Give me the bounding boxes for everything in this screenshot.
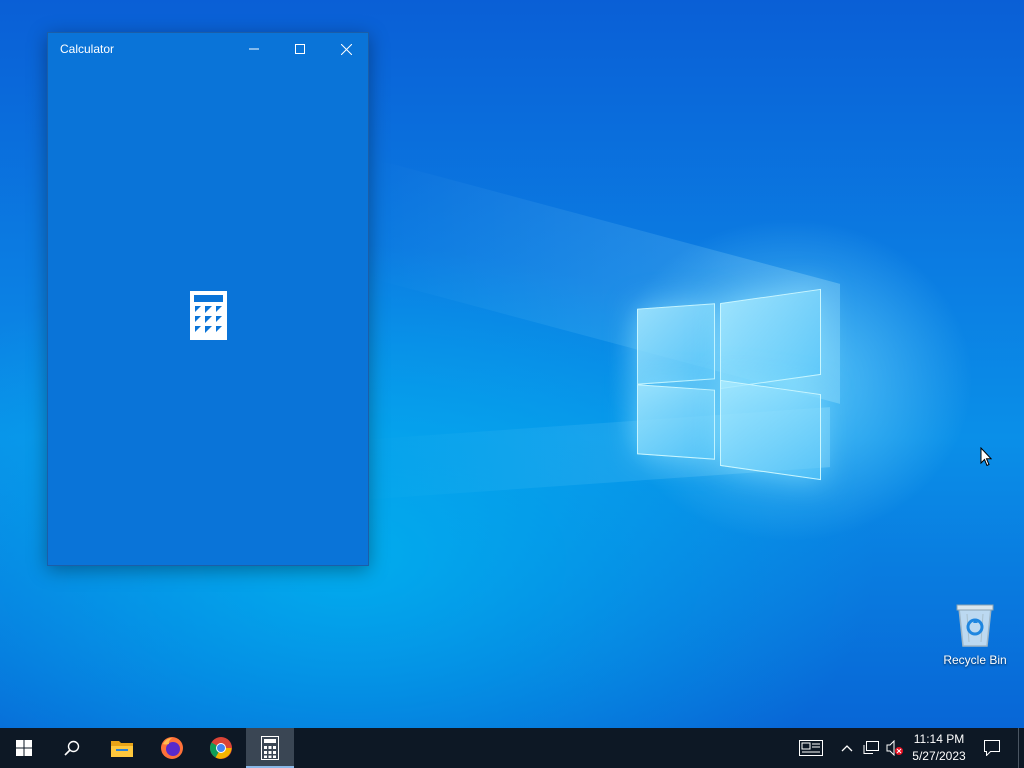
search-icon xyxy=(64,740,80,756)
taskbar-calculator[interactable] xyxy=(246,728,294,768)
taskbar-chrome[interactable] xyxy=(197,728,245,768)
news-icon xyxy=(799,740,823,756)
notification-icon xyxy=(984,740,1000,756)
news-button[interactable] xyxy=(796,728,826,768)
minimize-icon xyxy=(249,48,259,50)
logo-pane-bottom-right xyxy=(720,379,821,481)
window-titlebar[interactable]: Calculator xyxy=(48,33,368,65)
maximize-button[interactable] xyxy=(277,33,323,65)
windows-start-icon xyxy=(16,740,32,756)
search-button[interactable] xyxy=(48,728,96,768)
recycle-bin-icon xyxy=(956,604,994,647)
logo-pane-top-left xyxy=(637,303,715,385)
mouse-cursor-icon xyxy=(980,447,992,467)
desktop-wallpaper: Recycle Bin Calculator xyxy=(0,0,1024,728)
calculator-icon xyxy=(261,736,279,760)
volume-muted-icon xyxy=(886,740,903,756)
chrome-icon xyxy=(210,737,232,759)
maximize-icon xyxy=(295,44,305,54)
taskbar-file-explorer[interactable] xyxy=(98,728,146,768)
clock-time: 11:14 PM xyxy=(913,732,965,746)
volume-button[interactable] xyxy=(884,728,906,768)
minimize-button[interactable] xyxy=(231,33,277,65)
logo-pane-top-right xyxy=(720,288,821,390)
show-hidden-icons-button[interactable] xyxy=(838,728,856,768)
firefox-icon xyxy=(161,737,183,759)
close-icon xyxy=(340,43,352,55)
taskbar: 11:14 PM 5/27/2023 xyxy=(0,728,1024,768)
desktop-icon-label: Recycle Bin xyxy=(943,653,1007,667)
network-icon xyxy=(863,741,879,754)
window-title: Calculator xyxy=(60,42,115,56)
folder-icon xyxy=(111,741,133,757)
clock-date: 5/27/2023 xyxy=(912,749,966,763)
taskbar-clock[interactable]: 11:14 PM 5/27/2023 xyxy=(906,728,972,768)
calculator-window[interactable]: Calculator xyxy=(47,32,369,566)
calculator-icon xyxy=(190,291,227,340)
network-button[interactable] xyxy=(861,728,881,768)
show-desktop-button[interactable] xyxy=(1018,728,1024,768)
notification-center-button[interactable] xyxy=(978,728,1006,768)
close-button[interactable] xyxy=(323,33,369,65)
chevron-up-icon xyxy=(841,745,853,752)
start-button[interactable] xyxy=(0,728,48,768)
logo-pane-bottom-left xyxy=(637,384,715,460)
desktop-icon-recycle-bin[interactable]: Recycle Bin xyxy=(938,600,1012,674)
taskbar-firefox[interactable] xyxy=(148,728,196,768)
